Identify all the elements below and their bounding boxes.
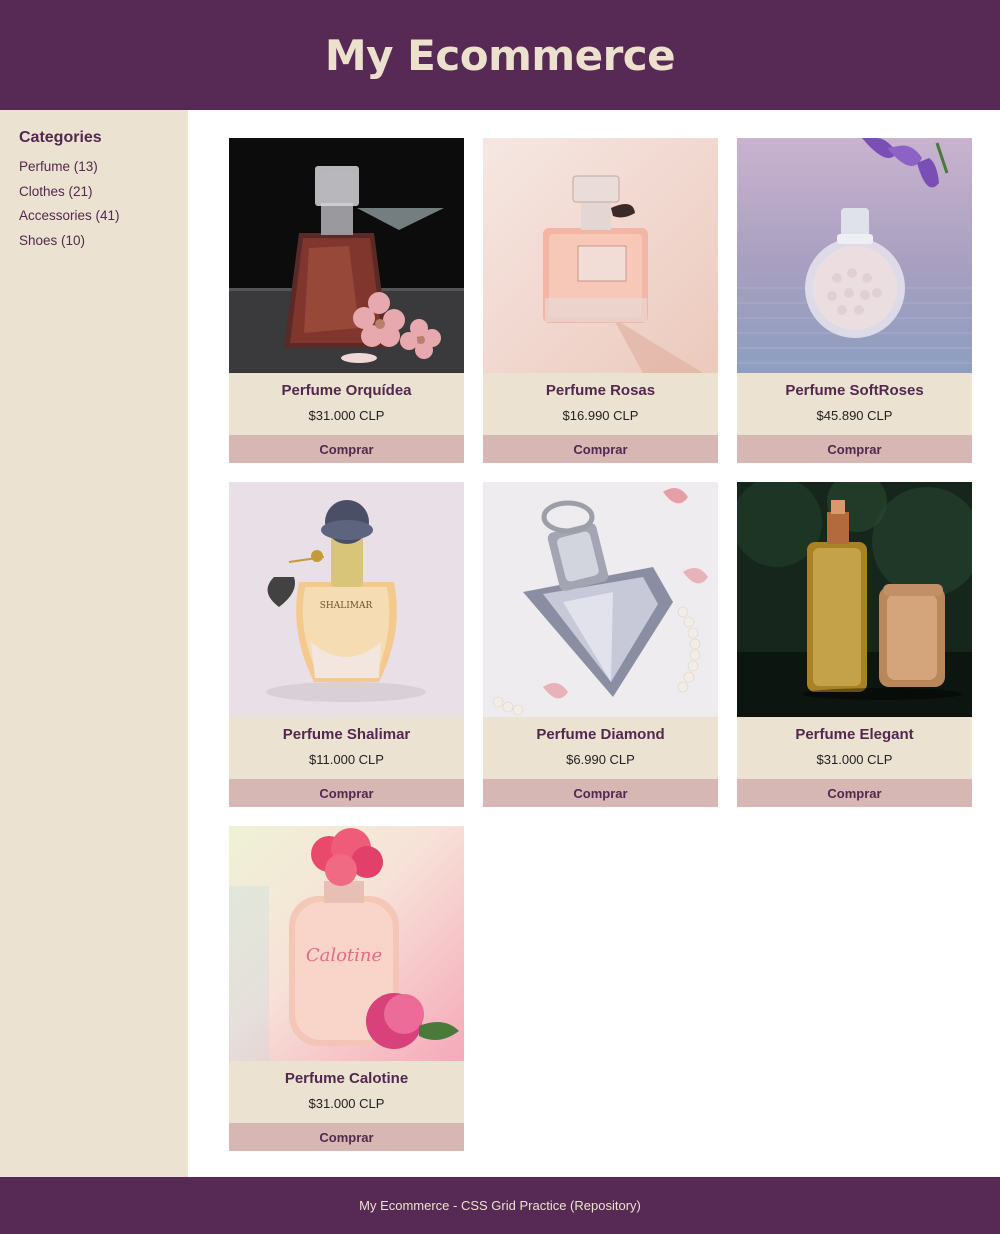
site-header: My Ecommerce — [0, 0, 1000, 110]
category-accessories[interactable]: Accessories (41) — [19, 204, 188, 229]
bottle-label: Calotine — [306, 945, 382, 966]
categories-sidebar: Categories Perfume (13) Clothes (21) Acc… — [0, 110, 188, 1177]
product-name: Perfume SoftRoses — [785, 382, 924, 399]
buy-button[interactable]: Comprar — [737, 779, 972, 807]
product-price: $6.990 CLP — [566, 752, 635, 767]
product-price: $31.000 CLP — [308, 408, 385, 423]
product-card: Calotine Perfume Calotine $31.000 CLP Co… — [229, 826, 464, 1151]
buy-button[interactable]: Comprar — [229, 1123, 464, 1151]
product-image[interactable] — [737, 482, 972, 717]
product-info: Perfume SoftRoses $45.890 CLP — [737, 373, 972, 435]
product-info: Perfume Calotine $31.000 CLP — [229, 1061, 464, 1123]
product-card: SHALIMAR Perfume Shalimar $11.000 CLP Co… — [229, 482, 464, 807]
product-info: Perfume Diamond $6.990 CLP — [483, 717, 718, 779]
product-card: Perfume Rosas $16.990 CLP Comprar — [483, 138, 718, 463]
product-name: Perfume Diamond — [536, 726, 665, 743]
product-name: Perfume Elegant — [795, 726, 914, 743]
buy-button[interactable]: Comprar — [737, 435, 972, 463]
product-price: $31.000 CLP — [816, 752, 893, 767]
bottle-label: SHALIMAR — [320, 601, 373, 611]
category-shoes[interactable]: Shoes (10) — [19, 229, 188, 254]
product-name: Perfume Calotine — [284, 1070, 409, 1087]
product-price: $11.000 CLP — [309, 752, 384, 767]
product-image[interactable] — [483, 138, 718, 373]
product-price: $31.000 CLP — [308, 1096, 385, 1111]
product-name: Perfume Orquídea — [281, 382, 412, 399]
product-info: Perfume Orquídea $31.000 CLP — [229, 373, 464, 435]
category-clothes[interactable]: Clothes (21) — [19, 180, 188, 205]
category-perfume[interactable]: Perfume (13) — [19, 155, 188, 180]
categories-heading: Categories — [19, 129, 102, 146]
product-card: Perfume Orquídea $31.000 CLP Comprar — [229, 138, 464, 463]
buy-button[interactable]: Comprar — [483, 779, 718, 807]
categories-list: Perfume (13) Clothes (21) Accessories (4… — [19, 155, 188, 253]
footer-text: My Ecommerce - CSS Grid Practice (Reposi… — [359, 1198, 641, 1213]
product-card: Perfume Diamond $6.990 CLP Comprar — [483, 482, 718, 807]
buy-button[interactable]: Comprar — [483, 435, 718, 463]
product-name: Perfume Rosas — [545, 382, 656, 399]
product-image[interactable]: SHALIMAR — [229, 482, 464, 717]
product-image[interactable] — [229, 138, 464, 373]
product-image[interactable] — [483, 482, 718, 717]
buy-button[interactable]: Comprar — [229, 435, 464, 463]
product-price: $16.990 CLP — [562, 408, 639, 423]
product-grid: Perfume Orquídea $31.000 CLP Comprar Per… — [229, 138, 972, 1151]
product-card: Perfume SoftRoses $45.890 CLP Comprar — [737, 138, 972, 463]
product-info: Perfume Elegant $31.000 CLP — [737, 717, 972, 779]
product-price: $45.890 CLP — [816, 408, 893, 423]
product-image[interactable]: Calotine — [229, 826, 464, 1061]
buy-button[interactable]: Comprar — [229, 779, 464, 807]
product-info: Perfume Shalimar $11.000 CLP — [229, 717, 464, 779]
site-footer: My Ecommerce - CSS Grid Practice (Reposi… — [0, 1177, 1000, 1234]
product-info: Perfume Rosas $16.990 CLP — [483, 373, 718, 435]
product-card: Perfume Elegant $31.000 CLP Comprar — [737, 482, 972, 807]
product-name: Perfume Shalimar — [282, 726, 411, 743]
product-image[interactable] — [737, 138, 972, 373]
site-title: My Ecommerce — [324, 30, 676, 80]
